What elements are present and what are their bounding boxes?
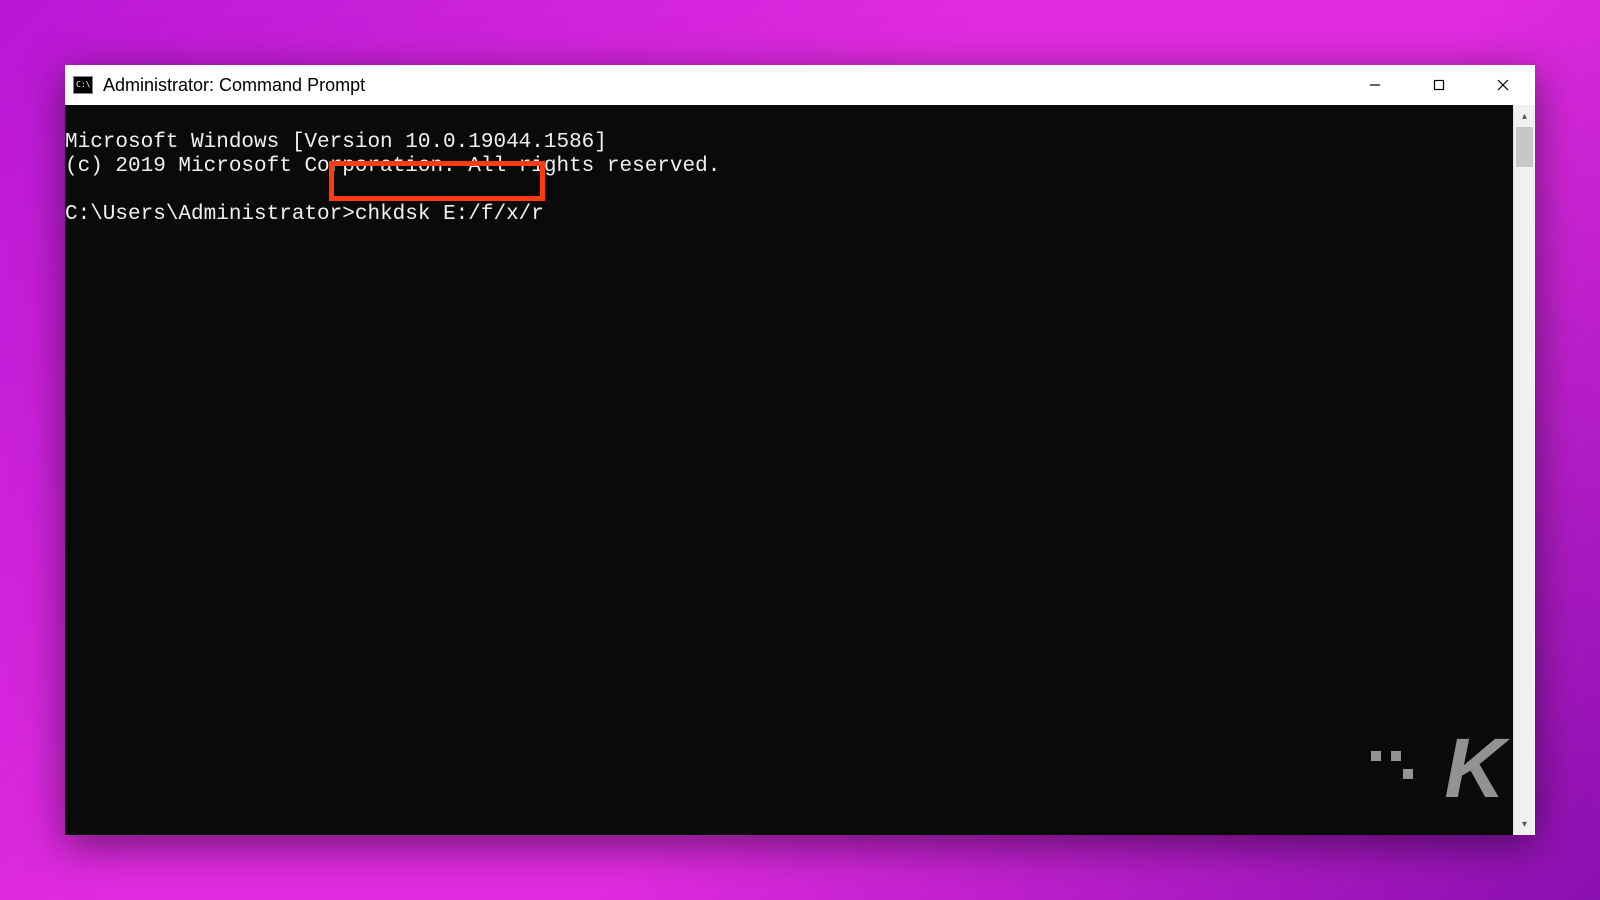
minimize-icon [1369,79,1381,91]
minimize-button[interactable] [1343,65,1407,105]
terminal[interactable]: Microsoft Windows [Version 10.0.19044.15… [65,105,1513,835]
scroll-up-button[interactable]: ▴ [1514,105,1535,127]
scroll-down-button[interactable]: ▾ [1514,813,1535,835]
command-prompt-window: C:\ Administrator: Command Prompt Micros… [65,65,1535,835]
scroll-track[interactable] [1514,127,1535,813]
vertical-scrollbar[interactable]: ▴ ▾ [1513,105,1535,835]
cmd-icon-glyph: C:\ [76,81,90,89]
maximize-button[interactable] [1407,65,1471,105]
chevron-down-icon: ▾ [1522,819,1527,830]
watermark: K [1398,684,1501,827]
typed-command[interactable]: chkdsk E:/f/x/r [355,203,544,226]
chevron-up-icon: ▴ [1522,111,1527,122]
cmd-app-icon: C:\ [73,76,93,94]
watermark-dots-icon [1403,769,1413,779]
titlebar[interactable]: C:\ Administrator: Command Prompt [65,65,1535,105]
prompt-prefix: C:\Users\Administrator> [65,203,355,226]
window-title: Administrator: Command Prompt [103,75,1343,96]
close-icon [1497,79,1509,91]
terminal-output-line: (c) 2019 Microsoft Corporation. All righ… [65,155,720,178]
terminal-area: Microsoft Windows [Version 10.0.19044.15… [65,105,1535,835]
watermark-dots-icon [1371,751,1401,761]
terminal-prompt-line: C:\Users\Administrator>chkdsk E:/f/x/r [65,203,544,226]
window-controls [1343,65,1535,105]
watermark-letter: K [1444,721,1501,815]
scroll-thumb[interactable] [1516,127,1533,167]
terminal-output-line: Microsoft Windows [Version 10.0.19044.15… [65,131,607,154]
maximize-icon [1433,79,1445,91]
close-button[interactable] [1471,65,1535,105]
